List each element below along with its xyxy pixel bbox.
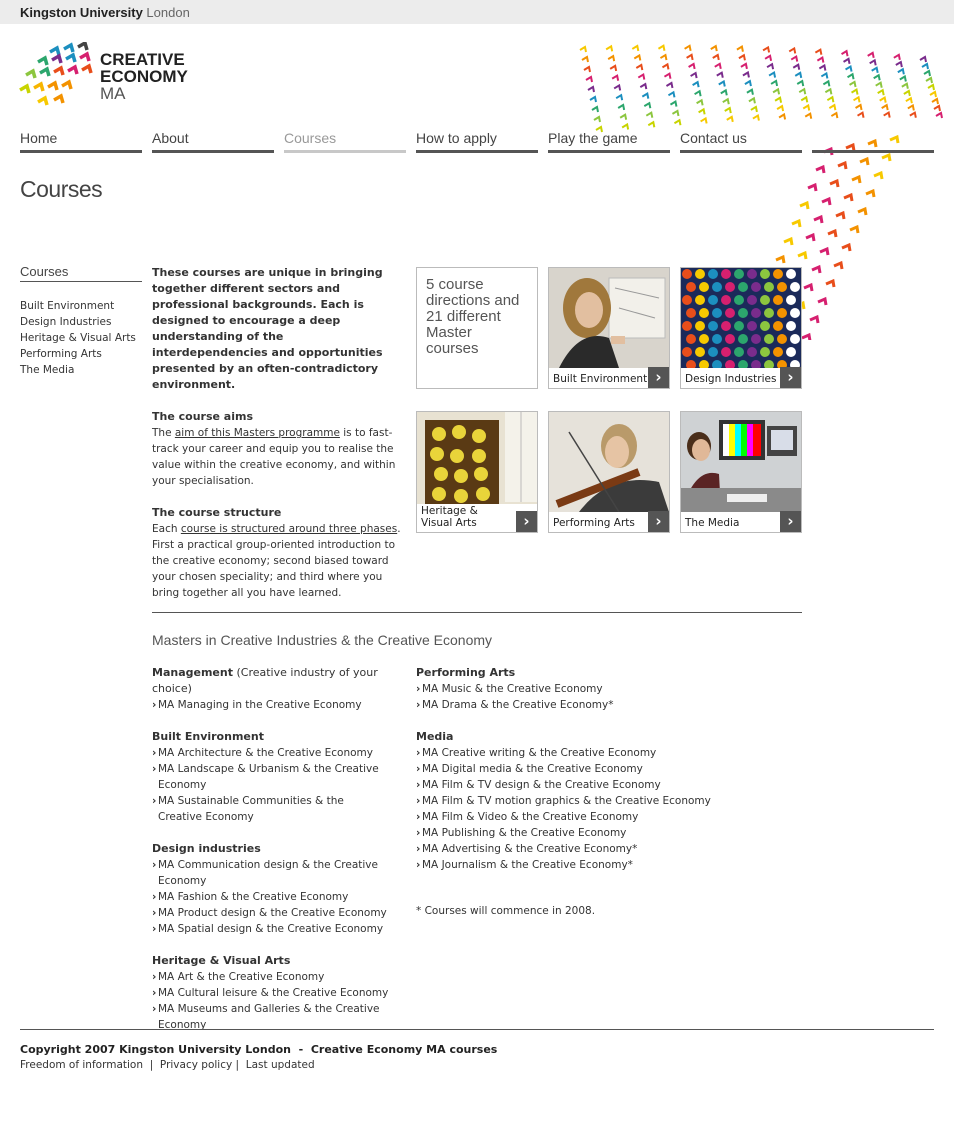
course-link[interactable]: MA Cultural leisure & the Creative Econo…	[152, 985, 414, 1001]
subnav-list: Built Environment Design Industries Heri…	[20, 298, 136, 378]
subnav-item-heritage-visual-arts[interactable]: Heritage & Visual Arts	[20, 330, 136, 346]
nav-courses[interactable]: Courses	[284, 129, 406, 153]
course-count-promo: 5 course directions and 21 different Mas…	[416, 267, 538, 389]
chevron-right-icon[interactable]: ›	[780, 511, 801, 532]
course-link[interactable]: MA Sustainable Communities & the Creativ…	[152, 793, 377, 825]
structure-link[interactable]: course is structured around three phases	[181, 523, 397, 535]
group-heading-heritage-visual-arts: Heritage & Visual Arts	[152, 954, 291, 967]
nav-empty-slot	[812, 129, 934, 153]
course-link[interactable]: MA Communication design & the Creative E…	[152, 857, 414, 889]
course-link[interactable]: MA Product design & the Creative Economy	[152, 905, 414, 921]
course-link[interactable]: MA Architecture & the Creative Economy	[152, 745, 414, 761]
intro-text: These courses are unique in bringing tog…	[152, 265, 402, 601]
subnav-item-design-industries[interactable]: Design Industries	[20, 314, 136, 330]
performing-arts-photo	[549, 412, 669, 512]
commencement-note: * Courses will commence in 2008.	[416, 905, 596, 917]
aims-paragraph: The aim of this Masters programme is to …	[152, 427, 396, 487]
page-title: Courses	[20, 176, 103, 202]
structure-heading: The course structure	[152, 506, 282, 519]
built-environment-photo	[549, 268, 669, 368]
course-link[interactable]: MA Advertising & the Creative Economy*	[416, 841, 716, 857]
footer-separator: |	[149, 1059, 154, 1071]
nav-play-the-game[interactable]: Play the game	[548, 129, 670, 153]
course-link[interactable]: MA Digital media & the Creative Economy	[416, 761, 716, 777]
footer-divider	[20, 1029, 934, 1030]
logo-wordmark[interactable]: CREATIVE ECONOMY MA	[100, 51, 188, 102]
chevron-right-icon[interactable]: ›	[780, 367, 801, 388]
logo-mark-icon[interactable]	[18, 42, 98, 108]
masters-title: Masters in Creative Industries & the Cre…	[152, 632, 493, 648]
nav-about[interactable]: About	[152, 129, 274, 153]
subnav-heading: Courses	[20, 264, 142, 282]
group-heading-management: Management (Creative industry of your ch…	[152, 666, 378, 695]
course-link[interactable]: MA Landscape & Urbanism & the Creative E…	[152, 761, 414, 793]
tile-built-environment[interactable]: Built Environment ›	[548, 267, 670, 389]
masters-left-column: Management (Creative industry of your ch…	[152, 665, 414, 1033]
footer-copyright: Copyright 2007 Kingston University Londo…	[20, 1043, 498, 1056]
subnav-item-performing-arts[interactable]: Performing Arts	[20, 346, 136, 362]
section-divider	[152, 612, 802, 613]
course-link[interactable]: MA Creative writing & the Creative Econo…	[416, 745, 716, 761]
group-heading-built-environment: Built Environment	[152, 730, 264, 743]
course-link[interactable]: MA Drama & the Creative Economy*	[416, 697, 716, 713]
subnav-item-the-media[interactable]: The Media	[20, 362, 136, 378]
structure-paragraph: Each course is structured around three p…	[152, 523, 401, 599]
course-link[interactable]: MA Managing in the Creative Economy	[152, 697, 414, 713]
subnav-item-built-environment[interactable]: Built Environment	[20, 298, 136, 314]
course-link[interactable]: MA Spatial design & the Creative Economy	[152, 921, 414, 937]
course-link[interactable]: MA Film & TV design & the Creative Econo…	[416, 777, 716, 793]
course-link[interactable]: MA Journalism & the Creative Economy*	[416, 857, 716, 873]
course-link[interactable]: MA Art & the Creative Economy	[152, 969, 414, 985]
footer-link-privacy-policy[interactable]: Privacy policy	[160, 1059, 232, 1071]
chevron-right-icon[interactable]: ›	[516, 511, 537, 532]
design-industries-photo	[681, 268, 801, 368]
the-media-photo	[681, 412, 801, 512]
masters-right-column: Performing Arts MA Music & the Creative …	[416, 665, 716, 917]
group-heading-media: Media	[416, 730, 454, 743]
course-link[interactable]: MA Film & Video & the Creative Economy	[416, 809, 716, 825]
course-link[interactable]: MA Film & TV motion graphics & the Creat…	[416, 793, 716, 809]
tile-heritage-visual-arts[interactable]: Heritage & Visual Arts ›	[416, 411, 538, 533]
footer-links: Freedom of information | Privacy policy …	[20, 1059, 315, 1071]
university-name[interactable]: Kingston University London	[20, 5, 190, 20]
nav-home[interactable]: Home	[20, 129, 142, 153]
chevron-right-icon[interactable]: ›	[648, 511, 669, 532]
intro-lead: These courses are unique in bringing tog…	[152, 266, 383, 391]
tile-the-media[interactable]: The Media ›	[680, 411, 802, 533]
course-link[interactable]: MA Music & the Creative Economy	[416, 681, 716, 697]
group-heading-performing-arts: Performing Arts	[416, 666, 516, 679]
tile-design-industries[interactable]: Design Industries ›	[680, 267, 802, 389]
group-heading-design-industries: Design industries	[152, 842, 261, 855]
course-link[interactable]: MA Fashion & the Creative Economy	[152, 889, 414, 905]
nav-contact-us[interactable]: Contact us	[680, 129, 802, 153]
aims-heading: The course aims	[152, 410, 253, 423]
chevron-right-icon[interactable]: ›	[648, 367, 669, 388]
footer-link-freedom-of-information[interactable]: Freedom of information	[20, 1059, 143, 1071]
nav-how-to-apply[interactable]: How to apply	[416, 129, 538, 153]
footer-link-last-updated[interactable]: Last updated	[246, 1059, 315, 1071]
footer-separator: |	[235, 1059, 240, 1071]
tile-performing-arts[interactable]: Performing Arts ›	[548, 411, 670, 533]
aims-link[interactable]: aim of this Masters programme	[175, 427, 340, 439]
course-link[interactable]: MA Publishing & the Creative Economy	[416, 825, 716, 841]
